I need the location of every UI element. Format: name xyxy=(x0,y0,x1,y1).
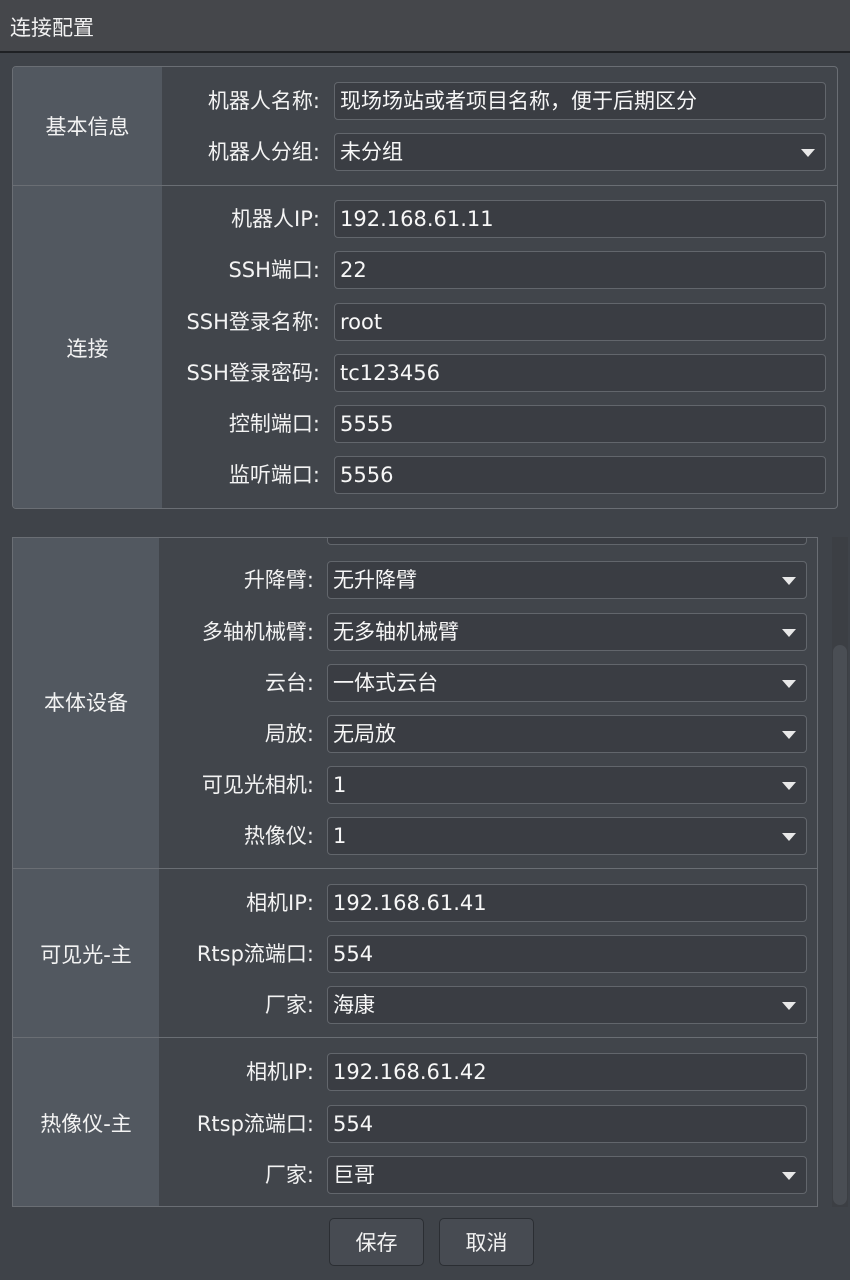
ssh-username-row: SSH登录名称: root xyxy=(13,303,837,341)
window-title: 连接配置 xyxy=(10,16,94,40)
robot-name-row: 机器人名称: 现场场站或者项目名称，便于后期区分 xyxy=(13,82,837,120)
chevron-down-icon xyxy=(782,1002,796,1010)
visible-rtsp-port-input[interactable]: 554 xyxy=(327,935,807,973)
chevron-down-icon xyxy=(782,833,796,841)
visible-camera-row: 可见光相机: 1 xyxy=(13,766,817,804)
ssh-port-label: SSH端口: xyxy=(228,258,320,282)
visible-camera-value: 1 xyxy=(333,773,347,797)
chevron-down-icon xyxy=(782,731,796,739)
visible-ip-row: 相机IP: 192.168.61.41 xyxy=(13,884,817,922)
thermal-vendor-value: 巨哥 xyxy=(333,1163,375,1187)
ssh-port-row: SSH端口: 22 xyxy=(13,251,837,289)
lift-arm-select[interactable]: 无升降臂 xyxy=(327,561,807,599)
gimbal-label: 云台: xyxy=(264,671,314,695)
control-port-label: 控制端口: xyxy=(228,412,320,436)
partial-discharge-row: 局放: 无局放 xyxy=(13,715,817,753)
visible-vendor-select[interactable]: 海康 xyxy=(327,986,807,1024)
thermal-ip-label: 相机IP: xyxy=(246,1060,314,1084)
lift-arm-label: 升降臂: xyxy=(243,568,314,592)
robot-name-label: 机器人名称: xyxy=(207,89,320,113)
top-config-panel: 基本信息 机器人名称: 现场场站或者项目名称，便于后期区分 机器人分组: 未分组… xyxy=(12,66,838,509)
thermal-vendor-row: 厂家: 巨哥 xyxy=(13,1156,817,1194)
listen-port-label: 监听端口: xyxy=(228,463,320,487)
thermal-rtsp-port-row: Rtsp流端口: 554 xyxy=(13,1105,817,1143)
ssh-password-input[interactable]: tc123456 xyxy=(334,354,826,392)
robot-group-row: 机器人分组: 未分组 xyxy=(13,133,837,171)
visible-vendor-label: 厂家: xyxy=(264,993,314,1017)
ssh-username-input[interactable]: root xyxy=(334,303,826,341)
save-button[interactable]: 保存 xyxy=(329,1218,424,1266)
chevron-down-icon xyxy=(782,1172,796,1180)
chevron-down-icon xyxy=(782,680,796,688)
partial-discharge-select[interactable]: 无局放 xyxy=(327,715,807,753)
thermal-rtsp-port-input[interactable]: 554 xyxy=(327,1105,807,1143)
gimbal-value: 一体式云台 xyxy=(333,671,438,695)
thermal-main-section: 热像仪-主 相机IP: 192.168.61.42 Rtsp流端口: 554 厂… xyxy=(13,1037,817,1206)
title-bar: 连接配置 xyxy=(0,0,850,53)
lift-arm-value: 无升降臂 xyxy=(333,568,417,592)
multi-axis-arm-label: 多轴机械臂: xyxy=(201,620,314,644)
ssh-username-label: SSH登录名称: xyxy=(186,310,320,334)
visible-camera-select[interactable]: 1 xyxy=(327,766,807,804)
thermal-rtsp-port-label: Rtsp流端口: xyxy=(196,1112,314,1136)
chevron-down-icon xyxy=(801,149,815,157)
lift-arm-row: 升降臂: 无升降臂 xyxy=(13,561,817,599)
visible-rtsp-port-label: Rtsp流端口: xyxy=(196,942,314,966)
multi-axis-arm-row: 多轴机械臂: 无多轴机械臂 xyxy=(13,613,817,651)
robot-group-select[interactable]: 未分组 xyxy=(334,133,826,171)
robot-group-label: 机器人分组: xyxy=(207,140,320,164)
chevron-down-icon xyxy=(782,629,796,637)
thermal-vendor-select[interactable]: 巨哥 xyxy=(327,1156,807,1194)
thermal-imager-row: 热像仪: 1 xyxy=(13,817,817,855)
body-device-section: 本体设备 升降臂: 无升降臂 多轴机械臂: 无多轴机械臂 云台: 一体式云台 局… xyxy=(13,538,817,869)
listen-port-input[interactable]: 5556 xyxy=(334,456,826,494)
multi-axis-arm-value: 无多轴机械臂 xyxy=(333,620,459,644)
cancel-button[interactable]: 取消 xyxy=(439,1218,534,1266)
thermal-vendor-label: 厂家: xyxy=(264,1163,314,1187)
thermal-imager-select[interactable]: 1 xyxy=(327,817,807,855)
robot-group-value: 未分组 xyxy=(340,140,403,164)
multi-axis-arm-select[interactable]: 无多轴机械臂 xyxy=(327,613,807,651)
ssh-password-row: SSH登录密码: tc123456 xyxy=(13,354,837,392)
thermal-imager-label: 热像仪: xyxy=(243,824,314,848)
thermal-ip-row: 相机IP: 192.168.61.42 xyxy=(13,1053,817,1091)
gimbal-row: 云台: 一体式云台 xyxy=(13,664,817,702)
connection-section: 连接 机器人IP: 192.168.61.11 SSH端口: 22 SSH登录名… xyxy=(13,185,837,508)
basic-info-section: 基本信息 机器人名称: 现场场站或者项目名称，便于后期区分 机器人分组: 未分组 xyxy=(13,67,837,185)
visible-ip-input[interactable]: 192.168.61.41 xyxy=(327,884,807,922)
thermal-ip-input[interactable]: 192.168.61.42 xyxy=(327,1053,807,1091)
visible-main-section: 可见光-主 相机IP: 192.168.61.41 Rtsp流端口: 554 厂… xyxy=(13,868,817,1038)
control-port-input[interactable]: 5555 xyxy=(334,405,826,443)
partial-discharge-value: 无局放 xyxy=(333,722,396,746)
listen-port-row: 监听端口: 5556 xyxy=(13,456,837,494)
ssh-password-label: SSH登录密码: xyxy=(186,361,320,385)
visible-ip-label: 相机IP: xyxy=(246,891,314,915)
scroll-config-panel[interactable]: 本体设备 升降臂: 无升降臂 多轴机械臂: 无多轴机械臂 云台: 一体式云台 局… xyxy=(12,537,818,1207)
visible-camera-label: 可见光相机: xyxy=(201,773,314,797)
robot-ip-input[interactable]: 192.168.61.11 xyxy=(334,200,826,238)
visible-vendor-value: 海康 xyxy=(333,993,375,1017)
robot-ip-label: 机器人IP: xyxy=(231,207,320,231)
visible-rtsp-port-row: Rtsp流端口: 554 xyxy=(13,935,817,973)
chevron-down-icon xyxy=(782,577,796,585)
thermal-imager-value: 1 xyxy=(333,824,347,848)
partial-discharge-label: 局放: xyxy=(264,722,314,746)
visible-vendor-row: 厂家: 海康 xyxy=(13,986,817,1024)
chevron-down-icon xyxy=(782,782,796,790)
robot-name-input[interactable]: 现场场站或者项目名称，便于后期区分 xyxy=(334,82,826,120)
robot-ip-row: 机器人IP: 192.168.61.11 xyxy=(13,200,837,238)
gimbal-select[interactable]: 一体式云台 xyxy=(327,664,807,702)
ssh-port-input[interactable]: 22 xyxy=(334,251,826,289)
vertical-scrollbar-thumb[interactable] xyxy=(833,645,847,1205)
control-port-row: 控制端口: 5555 xyxy=(13,405,837,443)
